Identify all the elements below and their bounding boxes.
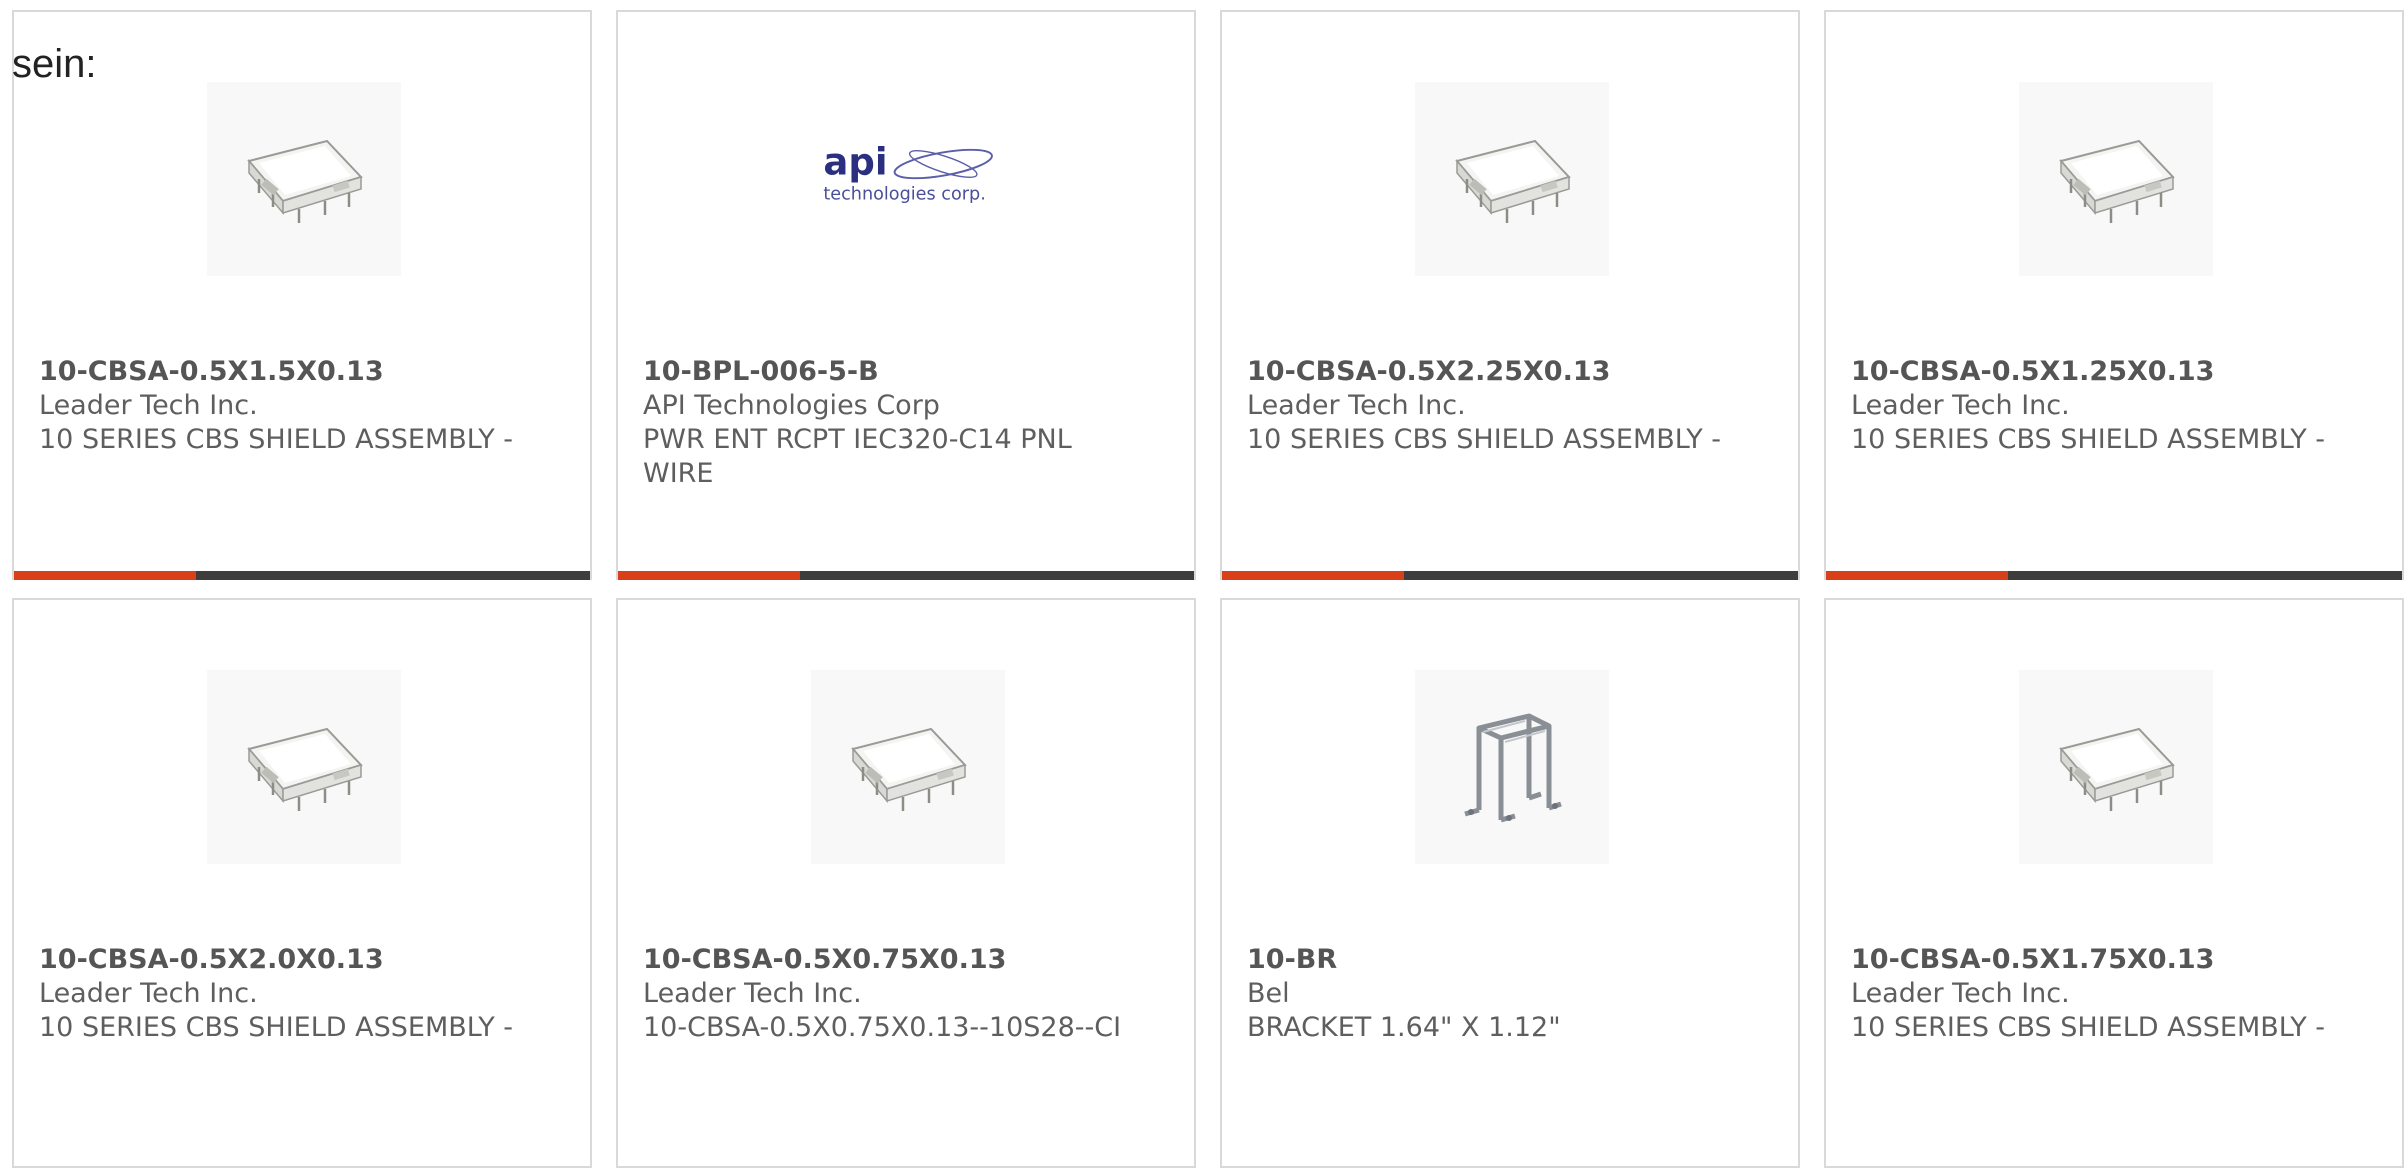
manufacturer-name: Leader Tech Inc. — [643, 978, 862, 1009]
product-card[interactable]: 10-CBSA-0.5X2.25X0.13 Leader Tech Inc. 1… — [1220, 10, 1800, 580]
product-description: 10 SERIES CBS SHIELD ASSEMBLY - — [39, 1012, 514, 1043]
manufacturer-name: Bel — [1247, 978, 1290, 1009]
product-info: 10-CBSA-0.5X1.5X0.13 Leader Tech Inc. 10… — [39, 355, 519, 457]
product-info: 10-CBSA-0.5X1.75X0.13 Leader Tech Inc. 1… — [1851, 943, 2331, 1045]
card-footer-bar — [1222, 571, 1798, 580]
product-card[interactable]: 10-CBSA-0.5X1.75X0.13 Leader Tech Inc. 1… — [1824, 598, 2404, 1168]
product-image[interactable] — [2019, 82, 2213, 276]
product-description: 10 SERIES CBS SHIELD ASSEMBLY - — [1851, 1012, 2326, 1043]
product-card[interactable]: 10-BR Bel BRACKET 1.64" X 1.12" — [1220, 598, 1800, 1168]
part-number-link[interactable]: 10-CBSA-0.5X1.5X0.13 — [39, 355, 519, 389]
product-description: 10 SERIES CBS SHIELD ASSEMBLY - — [39, 424, 514, 455]
card-accent-bar — [14, 571, 196, 580]
part-number-link[interactable]: 10-CBSA-0.5X1.25X0.13 — [1851, 355, 2331, 389]
product-image[interactable]: api technologies corp. — [811, 82, 1005, 276]
card-footer-bar — [618, 571, 1194, 580]
manufacturer-name: Leader Tech Inc. — [1247, 390, 1466, 421]
product-description: 10 SERIES CBS SHIELD ASSEMBLY - — [1851, 424, 2326, 455]
product-description: 10-CBSA-0.5X0.75X0.13--10S28--CI — [643, 1012, 1122, 1043]
shield-can-icon — [247, 727, 363, 811]
part-number-link[interactable]: 10-CBSA-0.5X2.25X0.13 — [1247, 355, 1727, 389]
part-number-link[interactable]: 10-BPL-006-5-B — [643, 355, 1123, 389]
card-accent-bar — [1222, 571, 1404, 580]
product-image[interactable] — [207, 82, 401, 276]
product-card[interactable]: 10-CBSA-0.5X2.0X0.13 Leader Tech Inc. 10… — [12, 598, 592, 1168]
product-info: 10-BPL-006-5-B API Technologies Corp PWR… — [643, 355, 1123, 491]
card-footer-bar — [1826, 571, 2402, 580]
manufacturer-name: Leader Tech Inc. — [1851, 390, 2070, 421]
product-image[interactable] — [2019, 670, 2213, 864]
part-number-link[interactable]: 10-BR — [1247, 943, 1727, 977]
product-image[interactable] — [811, 670, 1005, 864]
bracket-icon — [1464, 713, 1562, 823]
api-logo: api technologies corp. — [823, 141, 993, 204]
product-card[interactable]: 10-CBSA-0.5X1.5X0.13 Leader Tech Inc. 10… — [12, 10, 592, 580]
manufacturer-name: API Technologies Corp — [643, 390, 940, 421]
card-accent-bar — [1826, 571, 2008, 580]
product-description: BRACKET 1.64" X 1.12" — [1247, 1012, 1561, 1043]
product-description: 10 SERIES CBS SHIELD ASSEMBLY - — [1247, 424, 1722, 455]
product-card[interactable]: 10-CBSA-0.5X0.75X0.13 Leader Tech Inc. 1… — [616, 598, 1196, 1168]
product-grid: 10-CBSA-0.5X1.5X0.13 Leader Tech Inc. 10… — [12, 10, 2404, 1168]
product-info: 10-CBSA-0.5X0.75X0.13 Leader Tech Inc. 1… — [643, 943, 1123, 1045]
part-number-link[interactable]: 10-CBSA-0.5X0.75X0.13 — [643, 943, 1123, 977]
product-image[interactable] — [207, 670, 401, 864]
shield-can-icon — [851, 727, 967, 811]
shield-can-icon — [2059, 727, 2175, 811]
product-description: PWR ENT RCPT IEC320-C14 PNL WIRE — [643, 424, 1072, 489]
api-logo-tagline: technologies corp. — [823, 184, 985, 204]
manufacturer-name: Leader Tech Inc. — [39, 390, 258, 421]
product-info: 10-CBSA-0.5X2.0X0.13 Leader Tech Inc. 10… — [39, 943, 519, 1045]
card-accent-bar — [618, 571, 800, 580]
part-number-link[interactable]: 10-CBSA-0.5X2.0X0.13 — [39, 943, 519, 977]
shield-can-icon — [247, 139, 363, 223]
product-card[interactable]: api technologies corp. 10-BPL-006-5-B AP… — [616, 10, 1196, 580]
product-image[interactable] — [1415, 670, 1609, 864]
card-footer-bar — [14, 571, 590, 580]
product-info: 10-CBSA-0.5X1.25X0.13 Leader Tech Inc. 1… — [1851, 355, 2331, 457]
shield-can-icon — [1455, 139, 1571, 223]
manufacturer-name: Leader Tech Inc. — [39, 978, 258, 1009]
product-info: 10-CBSA-0.5X2.25X0.13 Leader Tech Inc. 1… — [1247, 355, 1727, 457]
part-number-link[interactable]: 10-CBSA-0.5X1.75X0.13 — [1851, 943, 2331, 977]
product-image[interactable] — [1415, 82, 1609, 276]
manufacturer-name: Leader Tech Inc. — [1851, 978, 2070, 1009]
shield-can-icon — [2059, 139, 2175, 223]
intro-text: sein: — [12, 42, 97, 86]
api-logo-brand: api — [823, 141, 887, 184]
product-card[interactable]: 10-CBSA-0.5X1.25X0.13 Leader Tech Inc. 1… — [1824, 10, 2404, 580]
product-info: 10-BR Bel BRACKET 1.64" X 1.12" — [1247, 943, 1727, 1045]
